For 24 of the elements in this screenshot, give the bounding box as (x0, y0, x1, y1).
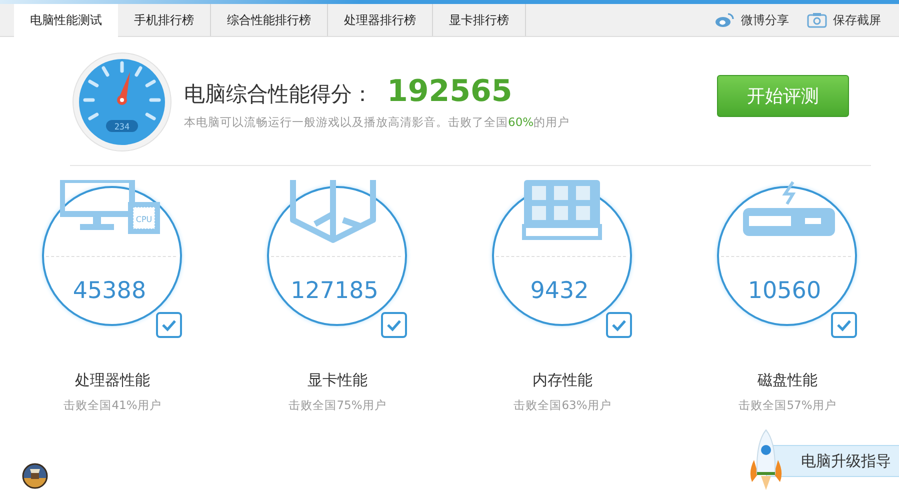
component-rank: 击败全国41%用户 (64, 398, 162, 413)
tab[interactable]: 处理器排行榜 (328, 4, 433, 36)
component-name: 内存性能 (532, 371, 592, 390)
screenshot-button[interactable]: 保存截屏 (807, 12, 881, 28)
component-rank: 击败全国63%用户 (514, 398, 612, 413)
tab[interactable]: 手机排行榜 (118, 4, 211, 36)
component-name: 处理器性能 (75, 371, 150, 390)
tab[interactable]: 综合性能排行榜 (211, 4, 328, 36)
component-score: 127185 (290, 278, 380, 304)
component-score: 10560 (746, 278, 822, 304)
score-description: 本电脑可以流畅运行一般游戏以及播放高清影音。击败了全国60%的用户 (184, 114, 570, 130)
component-rank: 击败全国57%用户 (738, 398, 836, 413)
total-score: 192565 (387, 74, 512, 108)
share-button[interactable]: 微博分享 (715, 12, 789, 28)
upgrade-guide-button[interactable]: 电脑升级指导 (766, 445, 899, 477)
component-score: 9432 (529, 278, 590, 304)
tab[interactable]: 电脑性能测试 (14, 4, 118, 37)
component-name: 磁盘性能 (758, 371, 818, 390)
score-title: 电脑综合性能得分： (184, 80, 373, 108)
speedometer-icon: 234 (72, 52, 172, 152)
component-score: 45388 (72, 278, 148, 304)
tab[interactable]: 显卡排行榜 (433, 4, 526, 36)
component-rank: 击败全国75%用户 (288, 398, 386, 413)
component-name: 显卡性能 (308, 371, 368, 390)
